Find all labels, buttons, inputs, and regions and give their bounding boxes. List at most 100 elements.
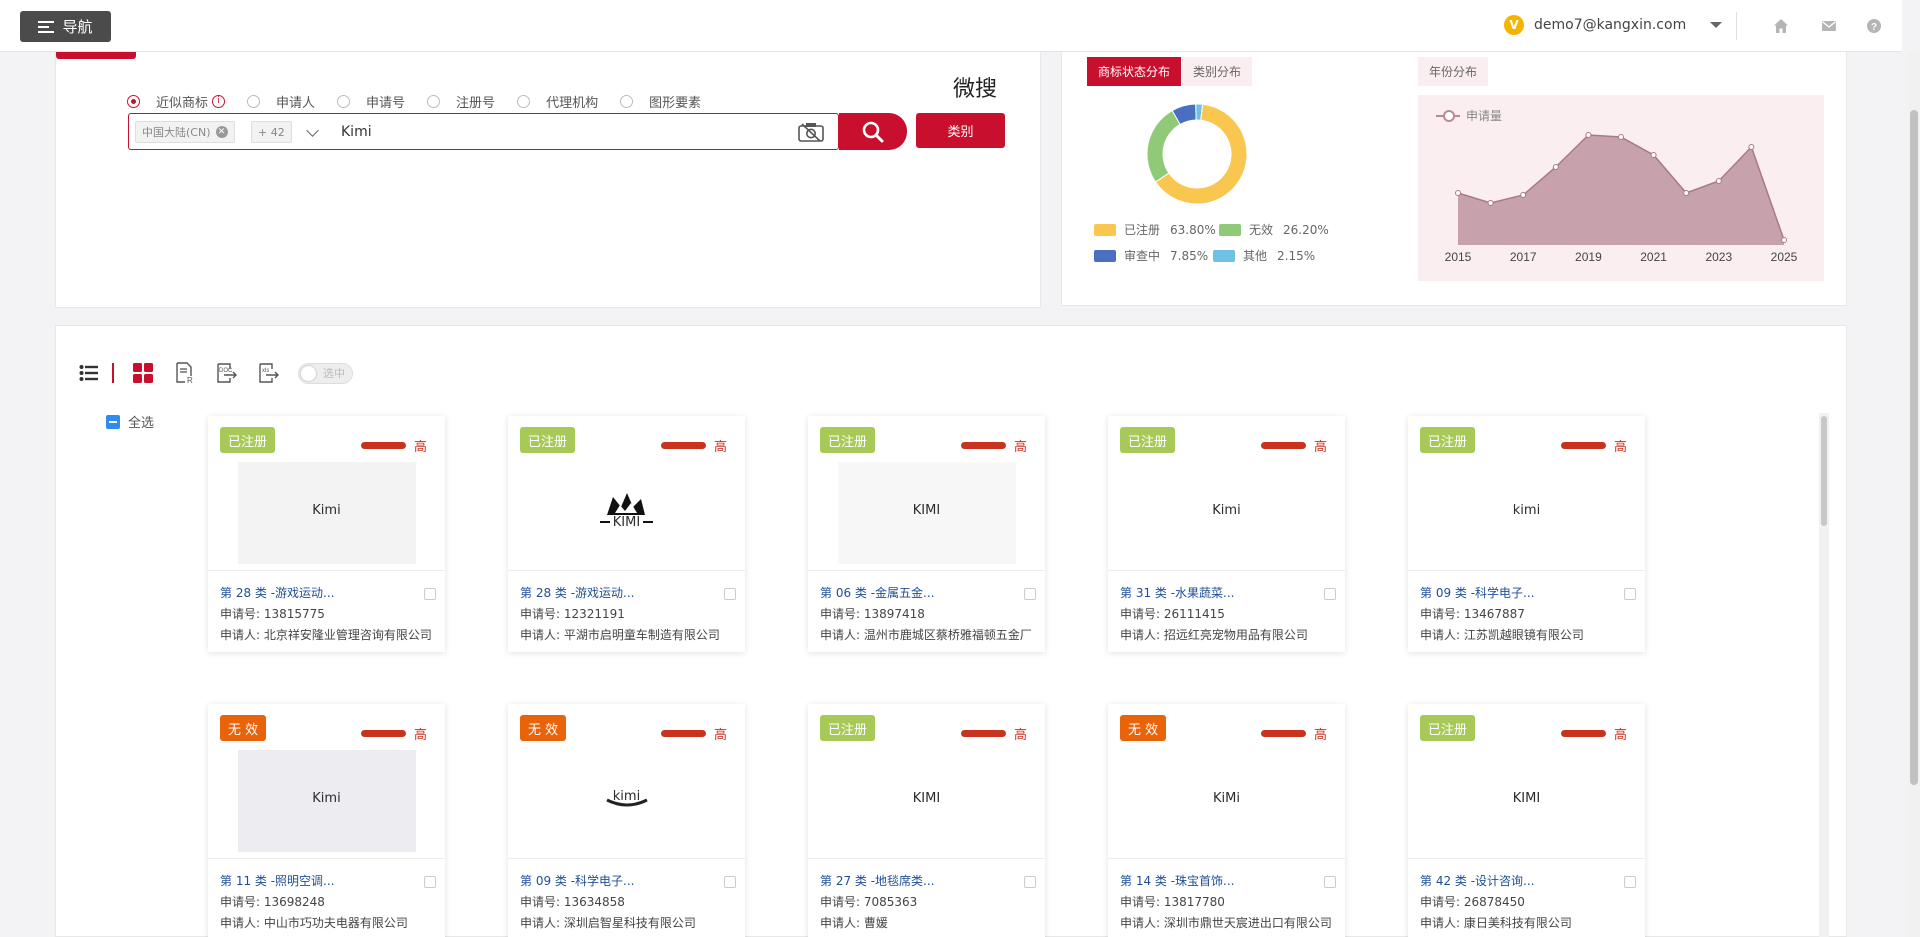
info-icon[interactable]: i (212, 95, 226, 108)
trademark-image[interactable]: KIMI (913, 503, 940, 518)
class-label[interactable]: 第 09 类 -科学电子... (1420, 583, 1535, 604)
card-checkbox[interactable] (424, 587, 436, 600)
data-point[interactable] (1520, 192, 1527, 198)
grid-view-icon[interactable] (130, 360, 156, 386)
class-link[interactable]: 第 42 类 -设计咨询... (1420, 871, 1636, 892)
class-link[interactable]: 第 28 类 -游戏运动... (520, 583, 736, 604)
image-search-camera-icon[interactable] (798, 122, 824, 142)
list-view-icon[interactable] (76, 360, 102, 386)
trademark-image-area[interactable]: 无 效 高 Kimi (208, 704, 445, 859)
trademark-image-area[interactable]: 已注册 高 KIMI (1408, 704, 1645, 859)
class-label[interactable]: 第 09 类 -科学电子... (520, 871, 635, 892)
card-checkbox[interactable] (1624, 875, 1636, 888)
data-point[interactable] (1552, 164, 1559, 170)
home-icon[interactable] (1773, 18, 1789, 34)
selected-only-toggle[interactable]: 选中 (298, 362, 353, 384)
radio-similar-mark[interactable]: 近似商标 i (127, 92, 226, 111)
export-xls-icon[interactable]: xls (256, 360, 282, 386)
trademark-card[interactable]: 无 效 高 KiMi 第 14 类 -珠宝首饰... 申请号: 13817780… (1108, 704, 1345, 937)
card-checkbox[interactable] (1624, 587, 1636, 600)
card-checkbox[interactable] (724, 587, 736, 600)
trademark-image[interactable]: KIMI (913, 791, 940, 806)
tab-year-distribution[interactable]: 年份分布 (1418, 57, 1489, 86)
radio-dot[interactable] (337, 95, 351, 108)
radio-dot[interactable] (620, 95, 634, 108)
radio-dot[interactable] (247, 95, 261, 108)
radio-dot[interactable] (427, 95, 441, 108)
category-button[interactable]: 类别 (916, 113, 1005, 148)
data-point[interactable] (1487, 200, 1494, 206)
nav-button[interactable]: 导航 (20, 11, 111, 42)
radio-application-number[interactable]: 申请号 (337, 92, 405, 111)
data-point[interactable] (1781, 237, 1787, 243)
trademark-card[interactable]: 无 效 高 kimi 第 09 类 -科学电子... 申请号: 13634858… (508, 704, 745, 937)
class-link[interactable]: 第 27 类 -地毯席类... (820, 871, 1036, 892)
data-point[interactable] (1748, 144, 1755, 150)
trademark-image[interactable]: kimi (1513, 503, 1540, 518)
region-chip[interactable]: 中国大陆(CN) ✕ (135, 121, 235, 143)
class-link[interactable]: 第 11 类 -照明空调... (220, 871, 436, 892)
trademark-image[interactable]: KIMI (1513, 791, 1540, 806)
chevron-down-icon[interactable] (306, 124, 319, 137)
data-point[interactable] (1715, 178, 1722, 184)
legend-item[interactable]: 其他 2.15% (1213, 247, 1315, 264)
trademark-image[interactable]: Kimi (312, 791, 340, 806)
card-checkbox[interactable] (424, 875, 436, 888)
indeterminate-checkbox-icon[interactable] (106, 414, 120, 429)
donut-slice[interactable] (1146, 109, 1181, 183)
class-link[interactable]: 第 09 类 -科学电子... (1420, 583, 1636, 604)
radio-figurative-element[interactable]: 图形要素 (620, 92, 701, 111)
trademark-card[interactable]: 已注册 高 kimi 第 09 类 -科学电子... 申请号: 13467887… (1408, 416, 1645, 652)
trademark-image-area[interactable]: 已注册 高 Kimi (208, 416, 445, 571)
data-point[interactable] (1585, 132, 1592, 138)
report-icon[interactable]: R (172, 360, 198, 386)
legend-item[interactable]: 无效 26.20% (1219, 221, 1329, 238)
trademark-image-area[interactable]: 已注册 高 kimi (1408, 416, 1645, 571)
trademark-image[interactable]: KiMi (1213, 791, 1240, 806)
class-label[interactable]: 第 06 类 -金属五金... (820, 583, 935, 604)
trademark-card[interactable]: 无 效 高 Kimi 第 11 类 -照明空调... 申请号: 13698248… (208, 704, 445, 937)
trademark-image-area[interactable]: 已注册 高 KIMI (808, 416, 1045, 571)
radio-dot[interactable] (127, 95, 140, 108)
trademark-card[interactable]: 已注册 高 KIMI 第 06 类 -金属五金... 申请号: 13897418… (808, 416, 1045, 652)
radio-dot[interactable] (517, 95, 531, 108)
class-label[interactable]: 第 42 类 -设计咨询... (1420, 871, 1535, 892)
user-menu[interactable]: V demo7@kangxin.com (1504, 15, 1723, 35)
caret-down-icon[interactable] (1710, 22, 1723, 28)
help-icon[interactable]: ? (1866, 18, 1882, 34)
more-regions-chip[interactable]: + 42 (251, 121, 292, 143)
card-checkbox[interactable] (1324, 875, 1336, 888)
search-input[interactable]: Kimi (341, 124, 372, 140)
data-point[interactable] (1683, 190, 1690, 196)
trademark-image-area[interactable]: 已注册 高 KIMI (508, 416, 745, 571)
legend-item[interactable]: 审查中 7.85% (1094, 247, 1208, 264)
trademark-card[interactable]: 已注册 高 KIMI 第 27 类 -地毯席类... 申请号: 7085363 … (808, 704, 1045, 937)
trademark-image[interactable]: KIMI (599, 491, 654, 530)
trademark-card[interactable]: 已注册 高 KIMI 第 42 类 -设计咨询... 申请号: 26878450… (1408, 704, 1645, 937)
remove-chip-icon[interactable]: ✕ (215, 126, 228, 138)
data-point[interactable] (1650, 152, 1657, 158)
class-label[interactable]: 第 27 类 -地毯席类... (820, 871, 935, 892)
select-all-checkbox[interactable]: 全选 (106, 412, 154, 431)
trademark-image[interactable]: Kimi (312, 503, 340, 518)
card-checkbox[interactable] (1024, 875, 1036, 888)
class-link[interactable]: 第 31 类 -水果蔬菜... (1120, 583, 1336, 604)
trademark-image-area[interactable]: 无 效 高 kimi (508, 704, 745, 859)
trademark-image-area[interactable]: 已注册 高 KIMI (808, 704, 1045, 859)
class-label[interactable]: 第 31 类 -水果蔬菜... (1120, 583, 1235, 604)
card-checkbox[interactable] (1324, 587, 1336, 600)
card-checkbox[interactable] (1024, 587, 1036, 600)
class-link[interactable]: 第 09 类 -科学电子... (520, 871, 736, 892)
page-scrollbar-thumb[interactable] (1910, 110, 1918, 785)
tab-class-distribution[interactable]: 类别分布 (1182, 57, 1253, 86)
card-checkbox[interactable] (724, 875, 736, 888)
donut-slice[interactable] (1195, 103, 1204, 121)
class-label[interactable]: 第 14 类 -珠宝首饰... (1120, 871, 1235, 892)
trademark-image-area[interactable]: 无 效 高 KiMi (1108, 704, 1345, 859)
class-label[interactable]: 第 28 类 -游戏运动... (520, 583, 635, 604)
export-doc-icon[interactable]: DOC (214, 360, 240, 386)
radio-agency[interactable]: 代理机构 (517, 92, 598, 111)
class-label[interactable]: 第 11 类 -照明空调... (220, 871, 335, 892)
results-scrollbar-thumb[interactable] (1821, 416, 1827, 526)
tab-status-distribution[interactable]: 商标状态分布 (1087, 57, 1182, 86)
